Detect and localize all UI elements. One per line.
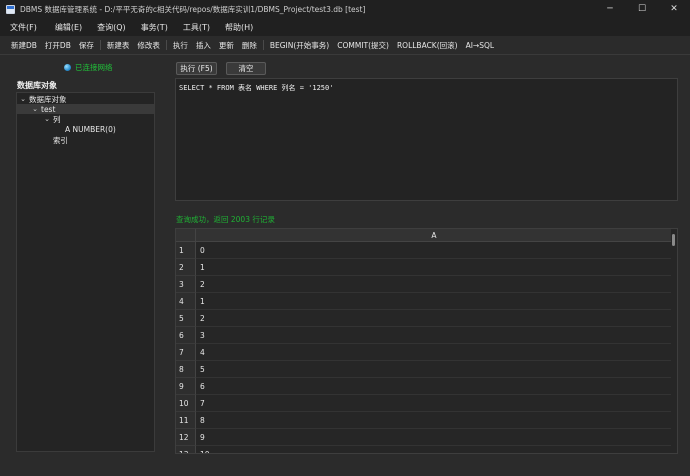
row-number: 9 (176, 378, 196, 395)
chevron-down-icon[interactable]: ⌄ (19, 95, 27, 103)
menu-query[interactable]: 查询(Q) (93, 22, 137, 33)
begin-transaction-button[interactable]: BEGIN(开始事务) (266, 40, 333, 51)
new-db-button[interactable]: 新建DB (7, 40, 41, 51)
new-table-button[interactable]: 新建表 (103, 40, 134, 51)
table-cell[interactable]: 2 (196, 276, 672, 293)
tree-node-label: A NUMBER(0) (65, 124, 116, 134)
toolbar-separator (262, 40, 264, 50)
result-message: 查询成功，返回 2003 行记录 (176, 215, 275, 224)
table-cell[interactable]: 7 (196, 395, 672, 412)
execute-f5-button[interactable]: 执行 (F5) (176, 62, 217, 75)
title-bar: DBMS 数据库管理系统 - D:/平平无奇的c相关代码/repos/数据库实训… (0, 0, 690, 18)
tree-title: 数据库对象 (17, 81, 57, 90)
table-row[interactable]: 32 (176, 276, 672, 293)
row-number: 1 (176, 242, 196, 259)
scrollbar-thumb[interactable] (672, 234, 675, 246)
menu-help[interactable]: 帮助(H) (221, 22, 264, 33)
connection-status: 已连接网络 (64, 62, 113, 73)
table-cell[interactable]: 0 (196, 242, 672, 259)
sql-text[interactable]: SELECT * FROM 表名 WHERE 列名 = '1250' (179, 83, 333, 93)
delete-button[interactable]: 删除 (238, 40, 261, 51)
window-title: DBMS 数据库管理系统 - D:/平平无奇的c相关代码/repos/数据库实训… (20, 4, 366, 14)
row-number: 12 (176, 429, 196, 446)
table-row[interactable]: 85 (176, 361, 672, 378)
tree-node-label: 索引 (53, 135, 68, 145)
globe-icon (64, 64, 71, 71)
table-row[interactable]: 21 (176, 259, 672, 276)
tree-node-root[interactable]: ⌄ 数据库对象 (17, 94, 154, 104)
row-number: 6 (176, 327, 196, 344)
table-cell[interactable]: 2 (196, 310, 672, 327)
table-row[interactable]: 52 (176, 310, 672, 327)
alter-table-button[interactable]: 修改表 (133, 40, 164, 51)
row-number: 13 (176, 446, 196, 453)
menu-transaction[interactable]: 事务(T) (137, 22, 179, 33)
tree-node-column-a[interactable]: A NUMBER(0) (17, 124, 154, 134)
close-button[interactable]: ✕ (658, 0, 690, 18)
update-button[interactable]: 更新 (215, 40, 238, 51)
status-text: 已连接网络 (75, 63, 113, 72)
table-row[interactable]: 96 (176, 378, 672, 395)
table-cell[interactable]: 10 (196, 446, 672, 454)
table-cell[interactable]: 1 (196, 293, 672, 310)
table-cell[interactable]: 9 (196, 429, 672, 446)
menu-tools[interactable]: 工具(T) (179, 22, 221, 33)
table-cell[interactable]: 8 (196, 412, 672, 429)
object-tree[interactable]: ⌄ 数据库对象 ⌄ test ⌄ 列 A NUMBER(0) 索引 (16, 92, 155, 452)
chevron-down-icon[interactable]: ⌄ (43, 115, 51, 123)
save-button[interactable]: 保存 (75, 40, 98, 51)
row-number: 2 (176, 259, 196, 276)
row-number: 5 (176, 310, 196, 327)
row-number: 10 (176, 395, 196, 412)
menu-bar: 文件(F) 编辑(E) 查询(Q) 事务(T) 工具(T) 帮助(H) (0, 18, 690, 36)
sql-editor[interactable]: SELECT * FROM 表名 WHERE 列名 = '1250' (175, 78, 678, 201)
window-controls: ─ ☐ ✕ (594, 0, 690, 18)
table-cell[interactable]: 3 (196, 327, 672, 344)
row-number: 3 (176, 276, 196, 293)
toolbar: 新建DB 打开DB 保存 新建表 修改表 执行 插入 更新 删除 BEGIN(开… (0, 37, 690, 53)
tree-node-label: 列 (53, 114, 61, 124)
app-icon (6, 4, 15, 14)
tree-node-test[interactable]: ⌄ test (17, 104, 154, 114)
row-number: 7 (176, 344, 196, 361)
maximize-button[interactable]: ☐ (626, 0, 658, 18)
chevron-down-icon[interactable]: ⌄ (31, 105, 39, 113)
row-number: 4 (176, 293, 196, 310)
table-row[interactable]: 41 (176, 293, 672, 310)
tree-node-columns[interactable]: ⌄ 列 (17, 114, 154, 124)
menu-file[interactable]: 文件(F) (6, 22, 48, 33)
table-row[interactable]: 63 (176, 327, 672, 344)
tree-node-label: 数据库对象 (29, 94, 67, 104)
toolbar-separator (99, 40, 101, 50)
table-row[interactable]: 10 (176, 242, 672, 259)
table-row[interactable]: 74 (176, 344, 672, 361)
row-number: 8 (176, 361, 196, 378)
row-number: 11 (176, 412, 196, 429)
column-header-a[interactable]: A (196, 229, 672, 242)
table-cell[interactable]: 4 (196, 344, 672, 361)
rollback-button[interactable]: ROLLBACK(回滚) (393, 40, 462, 51)
table-row[interactable]: 10 7 (176, 395, 672, 412)
commit-button[interactable]: COMMIT(提交) (333, 40, 393, 51)
ai-to-sql-button[interactable]: AI→SQL (462, 41, 498, 50)
toolbar-separator (165, 40, 167, 50)
table-cell[interactable]: 5 (196, 361, 672, 378)
result-grid[interactable]: A 10 21 32 41 52 63 74 85 96 10 7 11 8 12 9… (175, 228, 678, 454)
table-cell[interactable]: 1 (196, 259, 672, 276)
execute-button[interactable]: 执行 (169, 40, 192, 51)
minimize-button[interactable]: ─ (594, 0, 626, 18)
tree-node-label: test (41, 104, 56, 114)
table-row[interactable]: 12 9 (176, 429, 672, 446)
open-db-button[interactable]: 打开DB (41, 40, 75, 51)
menu-edit[interactable]: 编辑(E) (51, 22, 93, 33)
tree-node-indexes[interactable]: 索引 (17, 135, 154, 145)
table-cell[interactable]: 6 (196, 378, 672, 395)
clear-button[interactable]: 清空 (226, 62, 266, 75)
insert-button[interactable]: 插入 (192, 40, 215, 51)
grid-corner[interactable] (176, 229, 196, 242)
toolbar-divider (0, 54, 690, 55)
table-row[interactable]: 11 8 (176, 412, 672, 429)
table-row[interactable]: 13 10 (176, 446, 672, 454)
vertical-scrollbar[interactable] (671, 229, 677, 453)
